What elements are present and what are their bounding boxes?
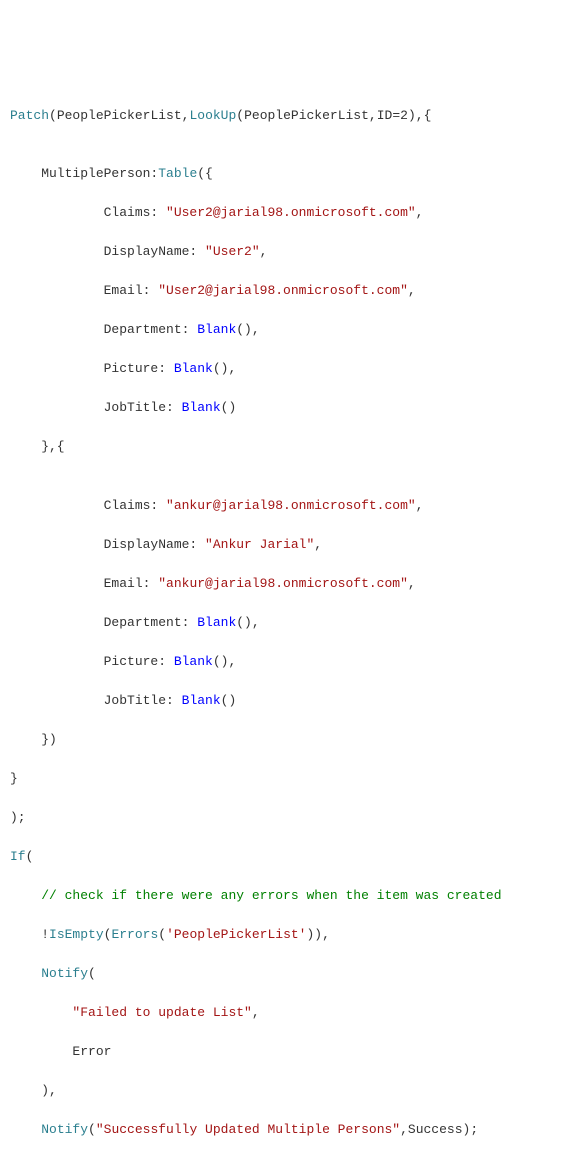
code-line: MultiplePerson:Table({ xyxy=(10,164,554,184)
fn-lookup: LookUp xyxy=(189,108,236,123)
fn-blank: Blank xyxy=(182,693,221,708)
code-line: Error xyxy=(10,1042,554,1062)
fn-if: If xyxy=(10,849,26,864)
code-line: ) xyxy=(10,1159,554,1162)
code-line: Email: "ankur@jarial98.onmicrosoft.com", xyxy=(10,574,554,594)
code-line: Notify( xyxy=(10,964,554,984)
code-line: // check if there were any errors when t… xyxy=(10,886,554,906)
code-line: Notify("Successfully Updated Multiple Pe… xyxy=(10,1120,554,1140)
fn-errors: Errors xyxy=(111,927,158,942)
fn-table: Table xyxy=(158,166,197,181)
code-line: If( xyxy=(10,847,554,867)
code-line: Picture: Blank(), xyxy=(10,652,554,672)
code-line: Department: Blank(), xyxy=(10,613,554,633)
string-literal: "ankur@jarial98.onmicrosoft.com" xyxy=(158,576,408,591)
fn-notify: Notify xyxy=(41,1122,88,1137)
string-literal: "Failed to update List" xyxy=(72,1005,251,1020)
code-line: JobTitle: Blank() xyxy=(10,398,554,418)
code-block: Patch(PeoplePickerList,LookUp(PeoplePick… xyxy=(10,86,554,1162)
comment: // check if there were any errors when t… xyxy=(41,888,501,903)
string-literal: "ankur@jarial98.onmicrosoft.com" xyxy=(166,498,416,513)
fn-isempty: IsEmpty xyxy=(49,927,104,942)
code-line: Patch(PeoplePickerList,LookUp(PeoplePick… xyxy=(10,106,554,126)
fn-blank: Blank xyxy=(197,615,236,630)
fn-blank: Blank xyxy=(174,654,213,669)
fn-notify: Notify xyxy=(41,966,88,981)
code-line: ), xyxy=(10,1081,554,1101)
code-line: DisplayName: "User2", xyxy=(10,242,554,262)
string-literal: "User2@jarial98.onmicrosoft.com" xyxy=(166,205,416,220)
code-line: }) xyxy=(10,730,554,750)
code-line: Picture: Blank(), xyxy=(10,359,554,379)
code-line: ); xyxy=(10,808,554,828)
fn-blank: Blank xyxy=(182,400,221,415)
string-literal: 'PeoplePickerList' xyxy=(166,927,306,942)
fn-blank: Blank xyxy=(197,322,236,337)
code-line: } xyxy=(10,769,554,789)
code-line: !IsEmpty(Errors('PeoplePickerList')), xyxy=(10,925,554,945)
code-line: DisplayName: "Ankur Jarial", xyxy=(10,535,554,555)
string-literal: "Ankur Jarial" xyxy=(205,537,314,552)
code-line: JobTitle: Blank() xyxy=(10,691,554,711)
code-line: Claims: "User2@jarial98.onmicrosoft.com"… xyxy=(10,203,554,223)
code-line: "Failed to update List", xyxy=(10,1003,554,1023)
code-line: Email: "User2@jarial98.onmicrosoft.com", xyxy=(10,281,554,301)
fn-blank: Blank xyxy=(174,361,213,376)
code-line: },{ xyxy=(10,437,554,457)
code-line: Claims: "ankur@jarial98.onmicrosoft.com"… xyxy=(10,496,554,516)
code-line: Department: Blank(), xyxy=(10,320,554,340)
string-literal: "User2@jarial98.onmicrosoft.com" xyxy=(158,283,408,298)
string-literal: "User2" xyxy=(205,244,260,259)
string-literal: "Successfully Updated Multiple Persons" xyxy=(96,1122,400,1137)
fn-patch: Patch xyxy=(10,108,49,123)
